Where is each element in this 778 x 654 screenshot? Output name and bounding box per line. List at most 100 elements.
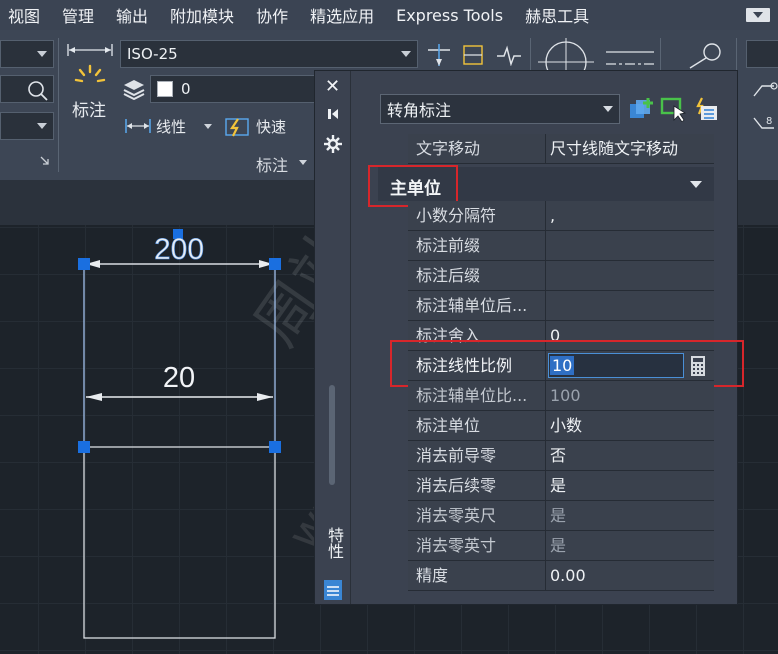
property-row[interactable]: 消去前导零 否 [408,441,714,471]
dimension-panel-title[interactable]: 标注 [256,152,288,176]
property-key: 标注前缀 [408,231,546,260]
linear-button-label[interactable]: 线性 [156,116,186,137]
quick-button-label[interactable]: 快速 [256,116,286,137]
object-type-dropdown[interactable]: 转角标注 [380,94,620,124]
property-key: 标注辅单位比... [408,381,546,410]
close-icon[interactable]: ✕ [325,78,340,96]
properties-icon[interactable] [323,579,343,601]
dim-space-icon[interactable] [426,42,452,68]
property-value[interactable]: 是 [546,471,714,500]
dimension-button-label[interactable]: 标注 [72,96,106,121]
chevron-down-icon[interactable] [299,160,307,165]
select-objects-icon[interactable] [660,96,688,122]
property-key: 消去后续零 [408,471,546,500]
property-key: 标注辅单位后... [408,291,546,320]
dimstyle-value: ISO-25 [127,45,178,63]
menu-express-tools[interactable]: Express Tools [387,6,516,25]
property-key: 标注后缀 [408,261,546,290]
dimension-icon [67,44,113,83]
gear-icon[interactable] [324,135,342,153]
property-value[interactable] [546,291,714,320]
palette-side-title: 特性 [325,527,344,559]
menu-manage[interactable]: 管理 [53,3,107,27]
menu-bar: 视图 管理 输出 附加模块 协作 精选应用 Express Tools 赫思工具 [0,0,778,30]
layers-icon[interactable] [122,78,146,100]
property-value[interactable]: 0.00 [546,561,714,590]
left-dropdown-3[interactable] [0,112,54,140]
property-value[interactable]: 否 [546,441,714,470]
menu-output[interactable]: 输出 [107,3,161,27]
palette-scroll-handle[interactable] [329,385,335,485]
multileader-remove-icon[interactable]: 8 [750,114,778,134]
object-type-value: 转角标注 [387,101,452,120]
property-key: 消去前导零 [408,441,546,470]
property-row[interactable]: 标注辅单位比... 100 [408,381,714,411]
dimension-text-top[interactable]: 200 [154,233,205,267]
property-row[interactable]: 小数分隔符 , [408,201,714,231]
dimstyle-dropdown[interactable]: ISO-25 [120,40,418,68]
property-row[interactable]: 消去后续零 是 [408,471,714,501]
property-row[interactable]: 标注前缀 [408,231,714,261]
toggle-pickadd-icon[interactable] [628,96,656,122]
layer-color-swatch [157,81,173,97]
ribbon-minimize-button[interactable] [746,8,770,22]
highlight-box-linear-scale [390,340,744,387]
centerline-icon[interactable] [604,46,656,70]
svg-text:8: 8 [766,116,772,127]
layer-value: 0 [181,80,191,98]
panel-expand-icon[interactable] [40,156,50,166]
menu-addins[interactable]: 附加模块 [161,3,247,27]
property-row[interactable]: 标注后缀 [408,261,714,291]
chevron-down-icon[interactable] [690,181,702,188]
grip-point[interactable] [78,258,90,270]
chevron-down-icon [401,51,411,57]
jog-line-icon[interactable] [496,44,522,66]
property-value[interactable]: , [546,201,714,230]
linear-dimension-icon [125,119,151,133]
property-value[interactable]: 是 [546,531,714,560]
property-row[interactable]: 标注辅单位后... [408,291,714,321]
right-partial-dropdown[interactable] [746,40,778,68]
dim-break-icon[interactable] [460,42,486,68]
left-dropdown-2[interactable] [0,75,54,103]
chevron-down-icon [37,123,47,129]
search-icon [28,81,48,101]
property-value[interactable] [546,231,714,260]
chevron-down-icon [37,51,47,57]
grip-point[interactable] [78,441,90,453]
auto-hide-icon[interactable] [326,107,340,121]
grip-point[interactable] [269,258,281,270]
property-value[interactable]: 100 [546,381,714,410]
left-dropdown-1[interactable] [0,40,54,68]
chevron-down-icon [603,106,613,112]
dimension-text-inner[interactable]: 20 [163,362,195,394]
property-row[interactable]: 精度 0.00 [408,561,714,591]
menu-view[interactable]: 视图 [0,3,53,27]
property-key: 消去零英尺 [408,501,546,530]
grip-point[interactable] [269,441,281,453]
property-key: 文字移动 [408,134,546,163]
arrowhead [257,393,273,401]
layer-dropdown[interactable]: 0 [150,75,320,103]
palette-title-strip: ✕ 特性 [315,71,351,604]
property-key: 消去零英寸 [408,531,546,560]
property-value[interactable]: 是 [546,501,714,530]
property-value[interactable]: 尺寸线随文字移动 [546,134,714,163]
leader-icon[interactable] [686,42,726,70]
multileader-add-icon[interactable] [750,80,778,100]
property-value[interactable] [546,261,714,290]
property-key: 精度 [408,561,546,590]
chevron-down-icon[interactable] [204,124,212,129]
drawing-geometry: 200 20 [78,229,281,639]
property-row[interactable]: 消去零英尺 是 [408,501,714,531]
property-row[interactable]: 文字移动 尺寸线随文字移动 [408,134,714,164]
property-value[interactable]: 小数 [546,411,714,440]
quick-select-icon[interactable] [692,96,720,122]
property-row[interactable]: 消去零英寸 是 [408,531,714,561]
menu-featured-apps[interactable]: 精选应用 [301,3,387,27]
center-mark-icon[interactable] [538,38,594,74]
property-row[interactable]: 标注单位 小数 [408,411,714,441]
menu-collaborate[interactable]: 协作 [247,3,301,27]
menu-hesi-tools[interactable]: 赫思工具 [516,3,602,27]
rectangle-lower[interactable] [83,446,276,639]
